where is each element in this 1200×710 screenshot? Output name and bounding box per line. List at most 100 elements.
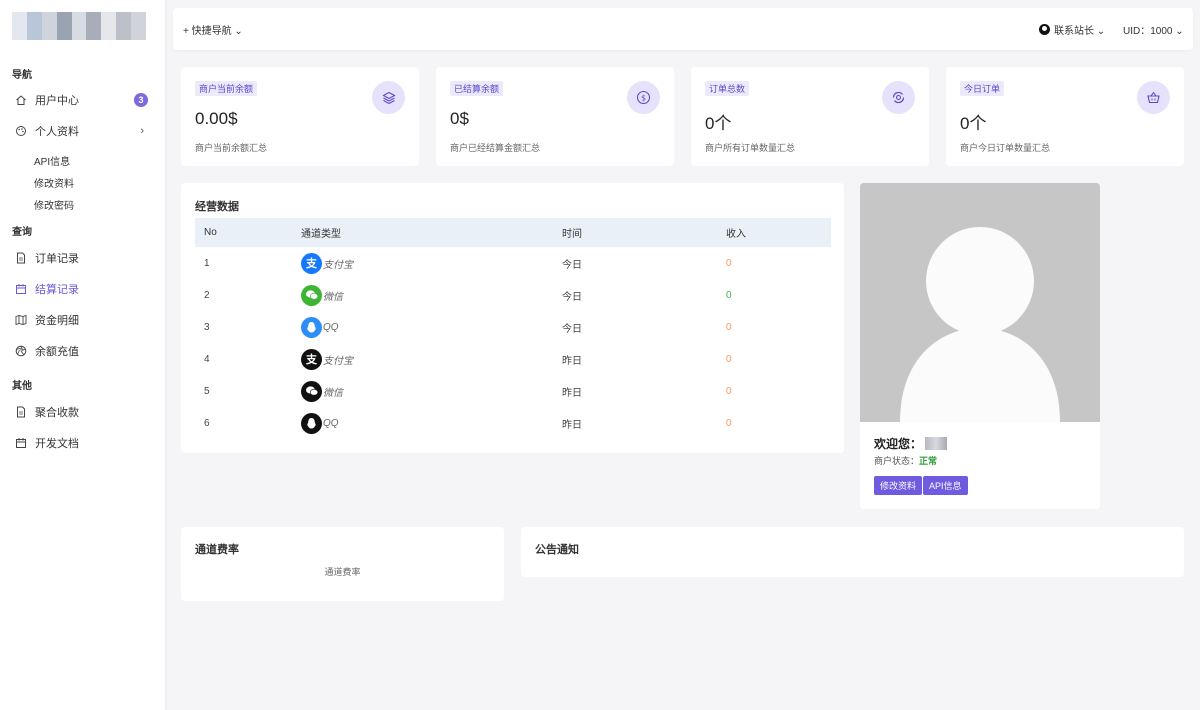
row-no: 4 xyxy=(204,353,210,365)
stat-desc: 商户今日订单数量汇总 xyxy=(960,143,1051,153)
merchant-status: 商户状态：正常 xyxy=(874,454,937,467)
sidebar-subitem-api-info[interactable]: API信息 xyxy=(34,153,70,168)
calendar-icon xyxy=(14,437,27,450)
row-no: 1 xyxy=(204,257,210,269)
username-blurred xyxy=(925,437,948,450)
row-time: 昨日 xyxy=(562,419,582,431)
sidebar-item-label: 订单记录 xyxy=(35,253,79,265)
sidebar-item-profile[interactable]: 个人资料 › xyxy=(14,121,154,141)
contact-admin-dropdown[interactable]: 联系站长 ⌄ xyxy=(1039,22,1105,37)
row-income: 0 xyxy=(726,321,732,333)
channel-cell: 支 支付宝 xyxy=(301,252,562,274)
sidebar-item-balance-recharge[interactable]: 余额充值 xyxy=(14,341,154,361)
alipay-icon: 支 xyxy=(301,348,322,370)
welcome-label: 欢迎您： xyxy=(874,437,923,451)
stat-card-orders-total: 订单总数 0个 商户所有订单数量汇总 xyxy=(691,67,929,166)
sidebar-item-label: 余额充值 xyxy=(35,346,79,358)
business-table: No 通道类型 时间 收入 1 支 支付宝 今日 0 2 微信 今日 0 3 Q… xyxy=(195,218,831,439)
channel-cell: QQ xyxy=(301,412,562,434)
announcement-card: 公告通知 xyxy=(521,527,1184,577)
document-icon xyxy=(14,252,27,265)
profile-card: 欢迎您： 商户状态：正常 修改资料 API信息 xyxy=(860,183,1100,509)
svg-text:$: $ xyxy=(641,94,646,103)
sidebar-item-aggregate-pay[interactable]: 聚合收款 xyxy=(14,402,154,422)
channel-cell: 微信 xyxy=(301,380,562,402)
sidebar-item-user-center[interactable]: 用户中心 3 xyxy=(14,90,154,110)
sidebar-item-label: 开发文档 xyxy=(35,438,79,450)
row-income: 0 xyxy=(726,417,732,429)
channel-name: 支付宝 xyxy=(323,355,353,367)
document-icon xyxy=(14,406,27,419)
stat-card-settled: 已结算余额 0$ 商户已经结算金额汇总 $ xyxy=(436,67,674,166)
stat-tag: 已结算余额 xyxy=(450,81,504,96)
row-no: 5 xyxy=(204,385,210,397)
layers-icon xyxy=(372,81,405,114)
row-time: 今日 xyxy=(562,291,582,303)
stat-card-orders-today: 今日订单 0个 商户今日订单数量汇总 xyxy=(946,67,1184,166)
row-no: 3 xyxy=(204,321,210,333)
channel-name: 微信 xyxy=(323,387,343,399)
basket-icon xyxy=(1137,81,1170,114)
sidebar-item-label: 结算记录 xyxy=(35,284,79,296)
stat-desc: 商户所有订单数量汇总 xyxy=(705,143,796,153)
aperture-icon xyxy=(14,345,27,358)
stat-tag: 今日订单 xyxy=(960,81,1005,96)
channel-name: QQ xyxy=(323,321,339,333)
nav-section-query: 查询 xyxy=(12,227,32,238)
dollar-coin-icon: $ xyxy=(627,81,660,114)
row-no: 2 xyxy=(204,289,210,301)
top-bar: + 快捷导航 ⌄ 联系站长 ⌄ UID：1000 ⌄ xyxy=(173,8,1193,50)
table-row: 1 支 支付宝 今日 0 xyxy=(195,247,831,279)
sidebar-subitem-edit-info[interactable]: 修改资料 xyxy=(34,175,74,190)
status-label: 商户状态： xyxy=(874,456,920,466)
user-icon xyxy=(1039,24,1050,35)
refresh-ring-icon xyxy=(882,81,915,114)
row-time: 今日 xyxy=(562,323,582,335)
user-silhouette-icon xyxy=(860,183,1100,422)
stat-tag: 订单总数 xyxy=(705,81,750,96)
table-row: 3 QQ 今日 0 xyxy=(195,311,831,343)
sidebar-item-label: 个人资料 xyxy=(35,126,79,138)
channel-rate-card: 通道费率 通道费率 xyxy=(181,527,504,601)
channel-cell: QQ xyxy=(301,316,562,338)
notification-badge: 3 xyxy=(134,93,148,107)
table-row: 2 微信 今日 0 xyxy=(195,279,831,311)
row-income: 0 xyxy=(726,257,732,269)
quick-nav-dropdown[interactable]: + 快捷导航 ⌄ xyxy=(183,22,243,37)
card-title: 经营数据 xyxy=(195,201,239,213)
sidebar-item-label: 用户中心 xyxy=(35,95,79,107)
table-row: 5 微信 昨日 0 xyxy=(195,375,831,407)
stat-value: 0$ xyxy=(450,109,469,128)
table-row: 4 支 支付宝 昨日 0 xyxy=(195,343,831,375)
edit-profile-button[interactable]: 修改资料 xyxy=(874,476,923,495)
column-header: 时间 xyxy=(562,229,582,240)
stat-card-balance: 商户当前余额 0.00$ 商户当前余额汇总 xyxy=(181,67,419,166)
row-no: 6 xyxy=(204,417,210,429)
stat-desc: 商户已经结算金额汇总 xyxy=(450,143,541,153)
sidebar-subitem-edit-password[interactable]: 修改密码 xyxy=(34,197,74,212)
api-info-button[interactable]: API信息 xyxy=(923,476,968,495)
uid-dropdown[interactable]: UID：1000 ⌄ xyxy=(1123,22,1184,37)
qq-icon xyxy=(301,412,322,434)
sidebar-item-fund-details[interactable]: 资金明细 xyxy=(14,310,154,330)
status-badge: 正常 xyxy=(919,456,938,466)
sidebar-item-label: 聚合收款 xyxy=(35,407,79,419)
contact-admin-label: 联系站长 ⌄ xyxy=(1054,26,1106,37)
wechat-icon xyxy=(301,380,322,402)
nav-section-other: 其他 xyxy=(12,381,32,392)
sidebar-item-dev-docs[interactable]: 开发文档 xyxy=(14,433,154,453)
channel-cell: 微信 xyxy=(301,284,562,306)
channel-name: 微信 xyxy=(323,291,343,303)
sidebar-item-order-records[interactable]: 订单记录 xyxy=(14,248,154,268)
sidebar-item-label: 资金明细 xyxy=(35,315,79,327)
avatar xyxy=(860,183,1100,422)
card-title: 公告通知 xyxy=(535,544,579,556)
row-income: 0 xyxy=(726,353,732,365)
sidebar-item-settlement-records[interactable]: 结算记录 xyxy=(14,279,154,299)
stat-tag: 商户当前余额 xyxy=(195,81,258,96)
home-icon xyxy=(14,94,27,107)
chevron-right-icon: › xyxy=(140,125,144,137)
site-logo[interactable] xyxy=(12,12,147,40)
stat-value: 0个 xyxy=(960,114,987,133)
column-header: 通道类型 xyxy=(301,229,341,240)
